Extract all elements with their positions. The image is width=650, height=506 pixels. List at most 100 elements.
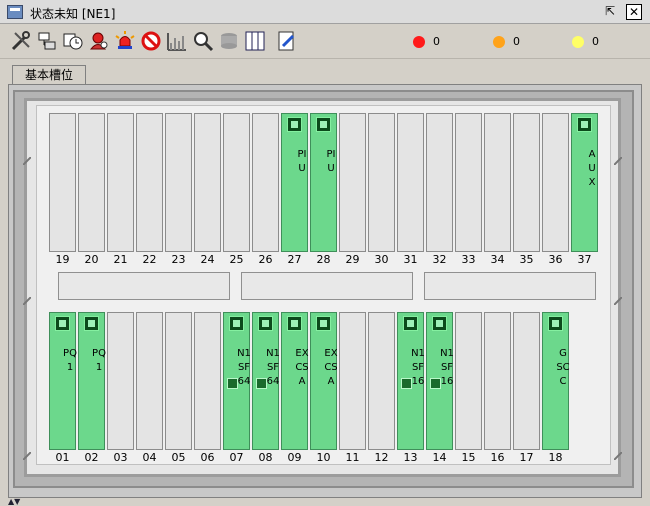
- slot-number: 02: [84, 451, 99, 464]
- slot-11[interactable]: [339, 312, 366, 450]
- board-name: N1SF16: [440, 348, 454, 387]
- tools-icon[interactable]: [10, 30, 32, 52]
- screw-icon: [614, 297, 622, 305]
- slot-06[interactable]: [194, 312, 221, 450]
- forbidden-icon[interactable]: [140, 30, 162, 52]
- board-status-led-icon: [403, 316, 418, 331]
- screw-icon: [23, 157, 31, 165]
- alarm-user-icon[interactable]: [88, 30, 110, 52]
- database-icon[interactable]: [218, 30, 240, 52]
- slot-14[interactable]: N1SF16: [426, 312, 454, 450]
- slot-12[interactable]: [368, 312, 395, 450]
- clock-icon[interactable]: [62, 30, 84, 52]
- columns-icon[interactable]: [244, 30, 266, 52]
- slot-number: 07: [229, 451, 244, 464]
- fan-tray-left: [58, 272, 230, 300]
- slot-04[interactable]: [136, 312, 163, 450]
- slot-27[interactable]: PIU: [281, 113, 308, 252]
- slot-number: 29: [345, 253, 360, 266]
- slot-07[interactable]: N1SF64: [223, 312, 251, 450]
- board-name: GSCC: [556, 348, 570, 387]
- tab-basic-slots[interactable]: 基本槽位: [12, 65, 86, 84]
- slot-28[interactable]: PIU: [310, 113, 337, 252]
- slot-number: 17: [519, 451, 534, 464]
- subboard-icon: [430, 378, 441, 389]
- board-status-led-icon: [548, 316, 563, 331]
- slot-33[interactable]: [455, 113, 482, 252]
- slot-35[interactable]: [513, 113, 540, 252]
- slot-23[interactable]: [165, 113, 192, 252]
- slot-15[interactable]: [455, 312, 482, 450]
- slot-21[interactable]: [107, 113, 134, 252]
- screw-icon: [614, 157, 622, 165]
- slot-10[interactable]: EXCSA: [310, 312, 338, 450]
- slot-number: 22: [142, 253, 157, 266]
- chart-icon[interactable]: [166, 30, 188, 52]
- slot-18[interactable]: GSCC: [542, 312, 570, 450]
- close-button[interactable]: ✕: [626, 4, 642, 20]
- window-title: 状态未知 [NE1]: [30, 7, 116, 21]
- slot-number: 37: [577, 253, 592, 266]
- slot-36[interactable]: [542, 113, 569, 252]
- slot-29[interactable]: [339, 113, 366, 252]
- slot-number: 36: [548, 253, 563, 266]
- slot-number: 19: [55, 253, 70, 266]
- slot-17[interactable]: [513, 312, 540, 450]
- slot-number: 12: [374, 451, 389, 464]
- slot-number: 25: [229, 253, 244, 266]
- app-icon: [7, 5, 23, 19]
- slot-13[interactable]: N1SF16: [397, 312, 425, 450]
- slot-24[interactable]: [194, 113, 221, 252]
- device-icon[interactable]: [36, 30, 58, 52]
- board-name: EXCSA: [295, 348, 309, 387]
- slot-number: 31: [403, 253, 418, 266]
- fan-tray-right: [424, 272, 596, 300]
- slot-22[interactable]: [136, 113, 163, 252]
- slot-08[interactable]: N1SF64: [252, 312, 280, 450]
- slot-number: 21: [113, 253, 128, 266]
- subboard-icon: [256, 378, 267, 389]
- slot-16[interactable]: [484, 312, 511, 450]
- slot-25[interactable]: [223, 113, 250, 252]
- slot-34[interactable]: [484, 113, 511, 252]
- slot-number: 16: [490, 451, 505, 464]
- slot-number: 30: [374, 253, 389, 266]
- subboard-icon: [227, 378, 238, 389]
- magnify-icon[interactable]: [192, 30, 214, 52]
- slot-01[interactable]: PQ1: [49, 312, 77, 450]
- restore-button[interactable]: ⇱: [602, 4, 618, 20]
- slot-number: 34: [490, 253, 505, 266]
- slot-32[interactable]: [426, 113, 453, 252]
- slot-37[interactable]: AUX: [571, 113, 598, 252]
- slot-30[interactable]: [368, 113, 395, 252]
- fan-tray-middle: [241, 272, 413, 300]
- slot-number: 24: [200, 253, 215, 266]
- siren-icon[interactable]: [114, 30, 136, 52]
- slot-number: 09: [287, 451, 302, 464]
- slot-number: 27: [287, 253, 302, 266]
- board-name: PIU: [326, 149, 336, 174]
- major-alarm-icon: [493, 36, 505, 48]
- board-name: PIU: [297, 149, 307, 174]
- subboard-icon: [401, 378, 412, 389]
- slot-02[interactable]: PQ1: [78, 312, 106, 450]
- slot-number: 05: [171, 451, 186, 464]
- slot-03[interactable]: [107, 312, 134, 450]
- slot-number: 06: [200, 451, 215, 464]
- slot-number: 04: [142, 451, 157, 464]
- slot-number: 32: [432, 253, 447, 266]
- slot-number: 14: [432, 451, 447, 464]
- edit-icon[interactable]: [276, 30, 298, 52]
- slot-26[interactable]: [252, 113, 279, 252]
- slot-number: 23: [171, 253, 186, 266]
- slot-09[interactable]: EXCSA: [281, 312, 309, 450]
- board-status-led-icon: [229, 316, 244, 331]
- slot-19[interactable]: [49, 113, 76, 252]
- slot-number: 13: [403, 451, 418, 464]
- slot-31[interactable]: [397, 113, 424, 252]
- slot-number: 26: [258, 253, 273, 266]
- board-status-led-icon: [84, 316, 99, 331]
- slot-20[interactable]: [78, 113, 105, 252]
- slot-05[interactable]: [165, 312, 192, 450]
- slot-number: 03: [113, 451, 128, 464]
